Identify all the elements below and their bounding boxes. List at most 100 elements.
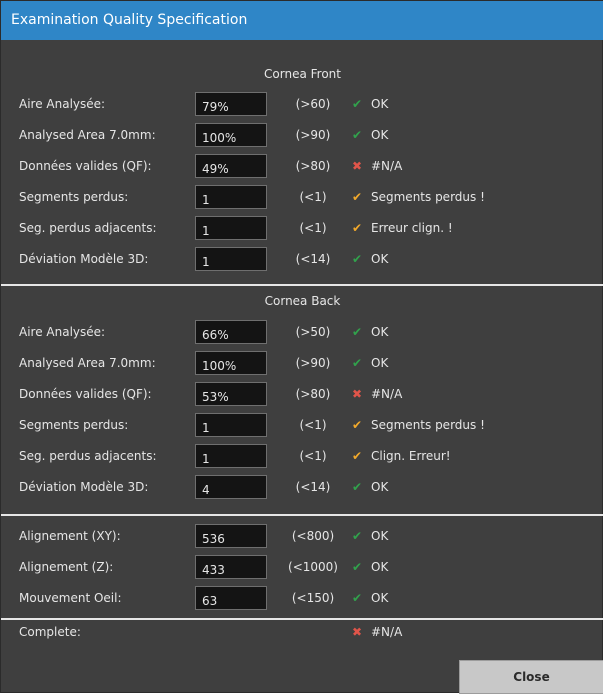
row-label: Données valides (QF): [19,159,152,173]
row-label: Seg. perdus adjacents: [19,449,157,463]
section-divider [1,284,603,286]
row-front-seg-perdus-adjacents: Seg. perdus adjacents: 1 (<1) ✔ Erreur c… [1,216,603,244]
row-label: Complete: [19,625,81,639]
row-front-analysed-area: Analysed Area 7.0mm: 100% (>90) ✔ OK [1,123,603,151]
range-text: (<14) [295,252,331,266]
status-text: OK [371,252,389,266]
value-field: 4 [195,475,267,499]
status-text: #N/A [371,159,403,173]
value-field: 53% [195,382,267,406]
close-button[interactable]: Close [459,660,603,694]
range-text: (>80) [295,387,331,401]
status-text: Segments perdus ! [371,190,485,204]
value-field: 1 [195,185,267,209]
status-text: OK [371,560,389,574]
range-text: (<1) [299,449,327,463]
check-icon: ✔ [351,591,363,605]
check-icon: ✔ [351,128,363,142]
row-label: Analysed Area 7.0mm: [19,356,156,370]
status-text: Clign. Erreur! [371,449,451,463]
range-text: (>80) [295,159,331,173]
status-text: #N/A [371,625,403,639]
check-icon: ✔ [351,480,363,494]
value-field: 100% [195,123,267,147]
check-icon: ✔ [351,252,363,266]
row-label: Déviation Modèle 3D: [19,480,149,494]
section-title-cornea-back: Cornea Back [264,294,341,308]
range-text: (<14) [295,480,331,494]
row-back-deviation-modele: Déviation Modèle 3D: 4 (<14) ✔ OK [1,475,603,503]
row-mouvement-oeil: Mouvement Oeil: 63 (<150) ✔ OK [1,586,603,614]
row-label: Segments perdus: [19,418,129,432]
range-text: (>50) [295,325,331,339]
warning-check-icon: ✔ [351,449,363,463]
cross-icon: ✖ [351,387,363,401]
value-field: 63 [195,586,267,610]
range-text: (<1000) [288,560,338,574]
row-complete: Complete: ✖ #N/A [1,620,603,648]
value-field: 100% [195,351,267,375]
row-back-seg-perdus-adjacents: Seg. perdus adjacents: 1 (<1) ✔ Clign. E… [1,444,603,472]
row-back-analysed-area: Analysed Area 7.0mm: 100% (>90) ✔ OK [1,351,603,379]
cross-icon: ✖ [351,159,363,173]
dialog-content: Cornea Front Aire Analysée: 79% (>60) ✔ … [1,40,603,694]
status-text: OK [371,356,389,370]
range-text: (<150) [291,591,335,605]
warning-check-icon: ✔ [351,221,363,235]
value-field: 1 [195,413,267,437]
section-divider [1,514,603,516]
row-label: Alignement (Z): [19,560,114,574]
range-text: (<1) [299,190,327,204]
value-field: 1 [195,444,267,468]
row-front-aire-analysee: Aire Analysée: 79% (>60) ✔ OK [1,92,603,120]
status-text: #N/A [371,387,403,401]
range-text: (<1) [299,418,327,432]
row-back-aire-analysee: Aire Analysée: 66% (>50) ✔ OK [1,320,603,348]
status-text: OK [371,480,389,494]
quality-dialog: Examination Quality Specification Cornea… [0,0,603,694]
row-front-donnees-valides: Données valides (QF): 49% (>80) ✖ #N/A [1,154,603,182]
row-label: Analysed Area 7.0mm: [19,128,156,142]
row-front-deviation-modele: Déviation Modèle 3D: 1 (<14) ✔ OK [1,247,603,275]
value-field: 66% [195,320,267,344]
row-label: Données valides (QF): [19,387,152,401]
row-alignement-z: Alignement (Z): 433 (<1000) ✔ OK [1,555,603,583]
warning-check-icon: ✔ [351,418,363,432]
check-icon: ✔ [351,560,363,574]
status-text: OK [371,97,389,111]
value-field: 49% [195,154,267,178]
status-text: Erreur clign. ! [371,221,453,235]
row-label: Aire Analysée: [19,97,106,111]
range-text: (>90) [295,356,331,370]
range-text: (>60) [295,97,331,111]
row-label: Alignement (XY): [19,529,121,543]
range-text: (>90) [295,128,331,142]
row-label: Segments perdus: [19,190,129,204]
status-text: Segments perdus ! [371,418,485,432]
row-back-donnees-valides: Données valides (QF): 53% (>80) ✖ #N/A [1,382,603,410]
check-icon: ✔ [351,97,363,111]
row-label: Déviation Modèle 3D: [19,252,149,266]
dialog-title: Examination Quality Specification [1,1,603,40]
status-text: OK [371,128,389,142]
warning-check-icon: ✔ [351,190,363,204]
status-text: OK [371,591,389,605]
value-field: 536 [195,524,267,548]
row-back-segments-perdus: Segments perdus: 1 (<1) ✔ Segments perdu… [1,413,603,441]
check-icon: ✔ [351,356,363,370]
section-title-cornea-front: Cornea Front [264,67,341,81]
value-field: 433 [195,555,267,579]
row-alignement-xy: Alignement (XY): 536 (<800) ✔ OK [1,524,603,552]
range-text: (<800) [291,529,335,543]
value-field: 79% [195,92,267,116]
check-icon: ✔ [351,325,363,339]
row-label: Mouvement Oeil: [19,591,122,605]
cross-icon: ✖ [351,625,363,639]
value-field: 1 [195,216,267,240]
range-text: (<1) [299,221,327,235]
value-field: 1 [195,247,267,271]
row-label: Aire Analysée: [19,325,106,339]
row-label: Seg. perdus adjacents: [19,221,157,235]
status-text: OK [371,325,389,339]
check-icon: ✔ [351,529,363,543]
